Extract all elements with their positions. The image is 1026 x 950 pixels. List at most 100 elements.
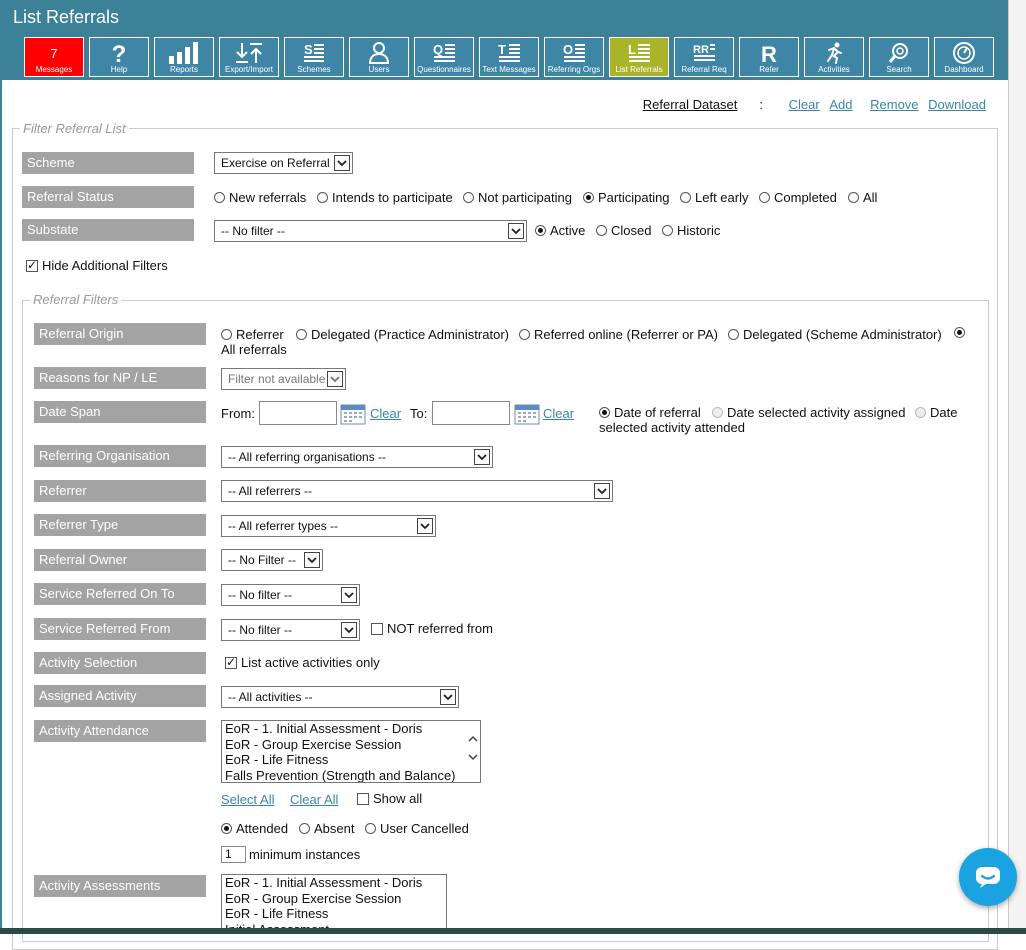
date-type-radio[interactable] bbox=[915, 407, 926, 418]
hide-additional-filters[interactable]: Hide Additional Filters bbox=[26, 258, 168, 273]
nav-users-button[interactable]: Users bbox=[349, 37, 409, 77]
nav-help-button[interactable]: ? Help bbox=[89, 37, 149, 77]
attendance-attended[interactable]: Attended bbox=[221, 821, 288, 836]
clear-all-link[interactable]: Clear All bbox=[290, 792, 338, 807]
activity-assessments-listbox[interactable]: EoR - 1. Initial Assessment - Doris EoR … bbox=[221, 874, 447, 934]
nav-dashboard-button[interactable]: Dashboard bbox=[934, 37, 994, 77]
referrer-type-select[interactable]: -- All referrer types -- bbox=[221, 515, 436, 537]
status-completed[interactable]: Completed bbox=[759, 190, 837, 205]
origin-delegated-sa[interactable]: Delegated (Scheme Administrator) bbox=[728, 327, 942, 342]
status-participating[interactable]: Participating bbox=[583, 190, 670, 205]
chat-widget-button[interactable] bbox=[959, 848, 1017, 906]
substate-closed[interactable]: Closed bbox=[596, 223, 651, 238]
origin-radio[interactable] bbox=[728, 329, 739, 340]
nav-reports-button[interactable]: Reports bbox=[154, 37, 214, 77]
service-referred-from-select[interactable]: -- No filter -- bbox=[221, 619, 360, 641]
attendance-radio[interactable] bbox=[365, 823, 376, 834]
show-all[interactable]: Show all bbox=[357, 791, 422, 806]
main-content: Referral Dataset: Clear Add Remove Downl… bbox=[0, 80, 1008, 950]
status-radio[interactable] bbox=[463, 192, 474, 203]
status-radio[interactable] bbox=[214, 192, 225, 203]
status-radio-selected[interactable] bbox=[583, 192, 594, 203]
date-type-radio-selected[interactable] bbox=[599, 407, 610, 418]
minimum-instances-input[interactable]: 1 bbox=[221, 846, 246, 863]
nav-export-import-button[interactable]: Export/Import bbox=[219, 37, 279, 77]
substate-active[interactable]: Active bbox=[535, 223, 585, 238]
substate-radio[interactable] bbox=[596, 225, 607, 236]
status-not-participating[interactable]: Not participating bbox=[463, 190, 572, 205]
date-to-clear-link[interactable]: Clear bbox=[543, 406, 574, 421]
referrer-select[interactable]: -- All referrers -- bbox=[221, 480, 613, 502]
dataset-clear-link[interactable]: Clear bbox=[789, 97, 820, 112]
list-item[interactable]: EoR - Group Exercise Session bbox=[222, 891, 446, 907]
select-all-link[interactable]: Select All bbox=[221, 792, 274, 807]
list-item[interactable]: EoR - Group Exercise Session bbox=[222, 737, 480, 753]
dataset-download-link[interactable]: Download bbox=[928, 97, 986, 112]
list-item[interactable]: EoR - Life Fitness bbox=[222, 752, 480, 768]
date-from-input[interactable] bbox=[259, 401, 337, 425]
referring-organisation-select[interactable]: -- All referring organisations -- bbox=[221, 446, 493, 468]
dataset-remove-link[interactable]: Remove bbox=[870, 97, 918, 112]
date-type-radio[interactable] bbox=[712, 407, 723, 418]
status-intends[interactable]: Intends to participate bbox=[317, 190, 453, 205]
nav-schemes-button[interactable]: S Schemes bbox=[284, 37, 344, 77]
attendance-radio[interactable] bbox=[299, 823, 310, 834]
show-all-checkbox[interactable] bbox=[357, 792, 369, 805]
reasons-select[interactable]: Filter not available bbox=[221, 368, 346, 390]
date-type-assigned[interactable]: Date selected activity assigned bbox=[712, 405, 905, 420]
nav-search-button[interactable]: Search bbox=[869, 37, 929, 77]
status-left-early[interactable]: Left early bbox=[680, 190, 748, 205]
list-item[interactable]: EoR - Life Fitness bbox=[222, 906, 446, 922]
nav-activities-button[interactable]: Activities bbox=[804, 37, 864, 77]
calendar-icon[interactable] bbox=[340, 403, 366, 425]
nav-text-messages-button[interactable]: T Text Messages bbox=[479, 37, 539, 77]
assigned-activity-select[interactable]: -- All activities -- bbox=[221, 686, 459, 708]
listbox-scrollbar[interactable] bbox=[466, 721, 480, 782]
attendance-user-cancelled[interactable]: User Cancelled bbox=[365, 821, 469, 836]
status-all[interactable]: All bbox=[848, 190, 877, 205]
origin-radio[interactable] bbox=[221, 329, 232, 340]
nav-referring-orgs-button[interactable]: O Referring Orgs bbox=[544, 37, 604, 77]
not-referred-from[interactable]: NOT referred from bbox=[371, 621, 493, 636]
nav-messages-button[interactable]: 7 Messages bbox=[24, 37, 84, 77]
status-new-referrals[interactable]: New referrals bbox=[214, 190, 306, 205]
substate-radio[interactable] bbox=[662, 225, 673, 236]
dataset-add-link[interactable]: Add bbox=[829, 97, 852, 112]
status-radio[interactable] bbox=[848, 192, 859, 203]
date-from-clear-link[interactable]: Clear bbox=[370, 406, 401, 421]
status-radio[interactable] bbox=[759, 192, 770, 203]
nav-refer-button[interactable]: R Refer bbox=[739, 37, 799, 77]
list-item[interactable]: Falls Prevention (Strength and Balance) bbox=[222, 768, 480, 783]
nav-list-referrals-button[interactable]: L List Referrals bbox=[609, 37, 669, 77]
nav-questionnaires-button[interactable]: Q Questionnaires bbox=[414, 37, 474, 77]
list-item[interactable]: EoR - 1. Initial Assessment - Doris bbox=[222, 721, 480, 737]
date-type-attended[interactable]: Date bbox=[915, 405, 957, 420]
substate-historic[interactable]: Historic bbox=[662, 223, 720, 238]
not-referred-from-checkbox[interactable] bbox=[371, 622, 383, 635]
origin-radio[interactable] bbox=[519, 329, 530, 340]
origin-referred-online[interactable]: Referred online (Referrer or PA) bbox=[519, 327, 718, 342]
origin-all-radio-selected[interactable] bbox=[954, 327, 965, 338]
service-referred-on-to-select[interactable]: -- No filter -- bbox=[221, 584, 360, 606]
attendance-absent[interactable]: Absent bbox=[299, 821, 354, 836]
list-active-checkbox[interactable] bbox=[225, 655, 237, 669]
attendance-radio-selected[interactable] bbox=[221, 823, 232, 834]
date-to-input[interactable] bbox=[432, 401, 510, 425]
scheme-select[interactable]: Exercise on Referral bbox=[214, 152, 353, 174]
origin-delegated-pa[interactable]: Delegated (Practice Administrator) bbox=[296, 327, 509, 342]
status-radio[interactable] bbox=[317, 192, 328, 203]
status-radio[interactable] bbox=[680, 192, 691, 203]
origin-referrer[interactable]: Referrer bbox=[221, 327, 284, 342]
origin-radio[interactable] bbox=[296, 329, 307, 340]
calendar-icon[interactable] bbox=[514, 403, 540, 425]
hide-additional-checkbox[interactable] bbox=[26, 258, 38, 272]
substate-radio-selected[interactable] bbox=[535, 225, 546, 236]
activity-attendance-listbox[interactable]: EoR - 1. Initial Assessment - Doris EoR … bbox=[221, 720, 481, 783]
svg-text:T: T bbox=[498, 42, 506, 57]
nav-referral-req-button[interactable]: RR Referral Req bbox=[674, 37, 734, 77]
substate-select[interactable]: -- No filter -- bbox=[214, 220, 527, 242]
date-type-referral[interactable]: Date of referral bbox=[599, 405, 701, 420]
referral-owner-select[interactable]: -- No Filter -- bbox=[221, 549, 323, 571]
list-item[interactable]: EoR - 1. Initial Assessment - Doris bbox=[222, 875, 446, 891]
list-active-activities[interactable]: List active activities only bbox=[225, 655, 380, 670]
